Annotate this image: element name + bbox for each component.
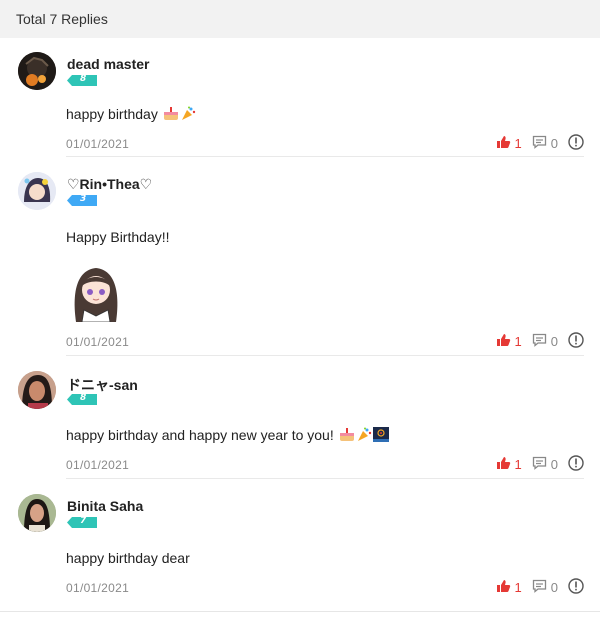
like-count: 1 [514,136,522,151]
reply-actions: 1 0 [496,455,584,474]
level-badge: 8 [67,393,97,405]
cake-emoji-icon [163,106,179,124]
like-count: 1 [514,334,522,349]
user-name[interactable]: dead master [67,56,149,72]
reply-text: happy birthday dear [66,550,190,566]
report-icon [568,134,584,153]
comment-count: 0 [550,580,558,595]
comment-count: 0 [550,334,558,349]
user-name[interactable]: Binita Saha [67,498,143,514]
reply-text: happy birthday and happy new year to you… [66,427,389,445]
reply-actions: 1 0 [496,332,584,351]
divider [66,156,584,157]
fireworks-icon [372,427,389,445]
comment-count: 0 [550,136,558,151]
report-button[interactable] [568,578,584,597]
comment-button[interactable]: 0 [532,135,558,152]
comment-count: 0 [550,457,558,472]
comment-icon [532,135,547,152]
divider [66,478,584,479]
like-count: 1 [514,457,522,472]
level-badge: 3 [67,194,97,206]
like-count: 1 [514,580,522,595]
reply-item: ♡Rin•Thea♡ 3 Happy Birthday!! 01/01/2021 [18,158,584,357]
reply-date: 01/01/2021 [66,457,130,472]
cake-emoji-icon [339,427,355,445]
level-badge: 8 [67,74,97,86]
party-popper-icon [180,106,196,124]
reply-meta: 01/01/2021 1 0 [66,134,584,153]
comment-icon [532,333,547,350]
thumbs-up-icon [496,135,511,152]
like-button[interactable]: 1 [496,333,522,350]
reply-date: 01/01/2021 [66,136,130,151]
list-bottom-divider [0,611,600,612]
reply-text: happy birthday [66,106,196,124]
thumbs-up-icon [496,333,511,350]
report-button[interactable] [568,134,584,153]
reply-item: ドニャ-san 8 happy birthday and happy new y… [18,357,584,480]
comment-button[interactable]: 0 [532,579,558,596]
reply-meta: 01/01/2021 1 0 [66,332,584,351]
comment-icon [532,456,547,473]
thumbs-up-icon [496,456,511,473]
avatar[interactable] [18,52,56,90]
reply-actions: 1 0 [496,134,584,153]
divider [66,355,584,356]
report-icon [568,578,584,597]
like-button[interactable]: 1 [496,135,522,152]
avatar[interactable] [18,494,56,532]
reply-list: dead master 8 happy birthday 01/01/2021 … [0,38,600,602]
comment-button[interactable]: 0 [532,456,558,473]
user-name[interactable]: ♡Rin•Thea♡ [67,176,152,193]
like-button[interactable]: 1 [496,456,522,473]
reply-text: Happy Birthday!! [66,229,170,245]
report-button[interactable] [568,332,584,351]
anime-girl-sticker[interactable] [68,264,124,323]
comment-button[interactable]: 0 [532,333,558,350]
user-name[interactable]: ドニャ-san [67,375,138,395]
reply-item: dead master 8 happy birthday 01/01/2021 … [18,38,584,158]
thumbs-up-icon [496,579,511,596]
level-badge: 7 [67,516,97,528]
report-icon [568,332,584,351]
reply-meta: 01/01/2021 1 0 [66,455,584,474]
report-button[interactable] [568,455,584,474]
reply-item: Binita Saha 7 happy birthday dear 01/01/… [18,480,584,602]
like-button[interactable]: 1 [496,579,522,596]
reply-date: 01/01/2021 [66,580,130,595]
reply-actions: 1 0 [496,578,584,597]
replies-header: Total 7 Replies [0,0,600,38]
report-icon [568,455,584,474]
comment-icon [532,579,547,596]
avatar[interactable] [18,172,56,210]
reply-meta: 01/01/2021 1 0 [66,578,584,597]
replies-count-title: Total 7 Replies [16,11,108,27]
avatar[interactable] [18,371,56,409]
reply-date: 01/01/2021 [66,334,130,349]
party-popper-icon [356,427,372,445]
